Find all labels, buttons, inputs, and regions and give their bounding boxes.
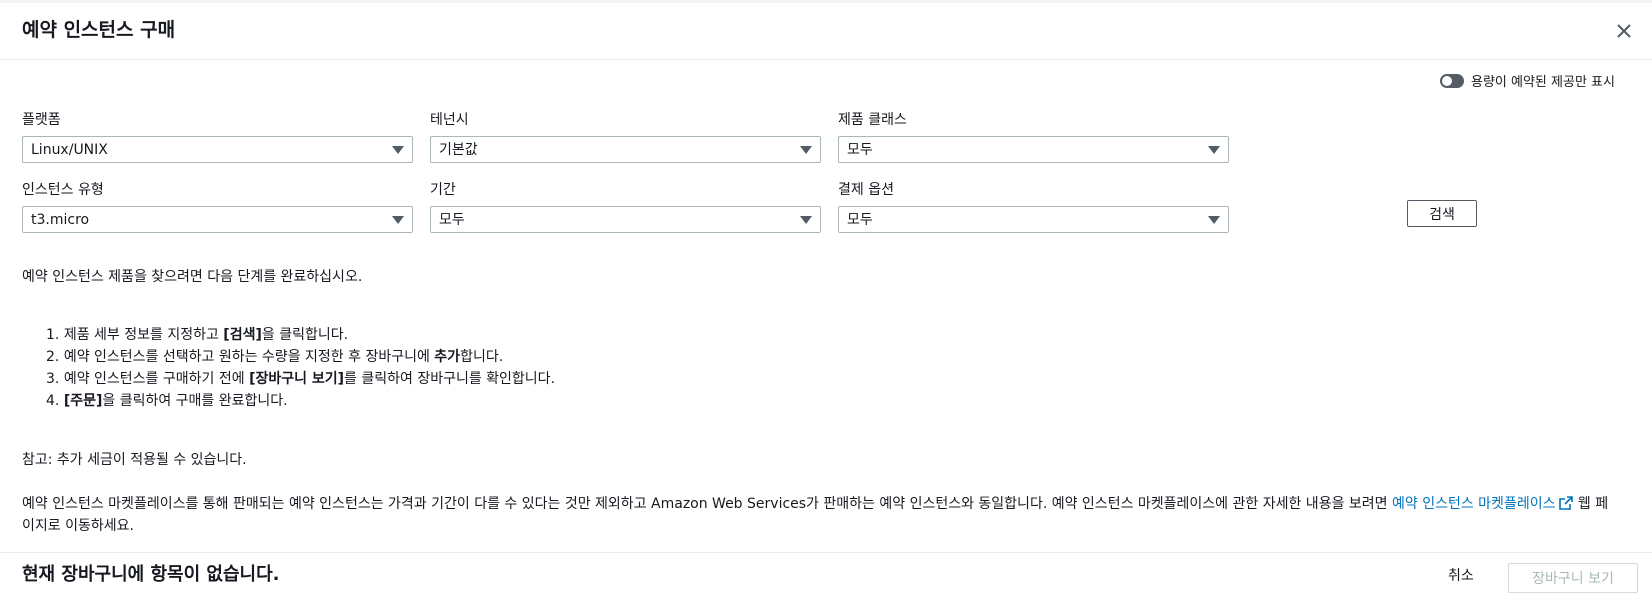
modal-footer: 현재 장바구니에 항목이 없습니다. 취소 장바구니 보기 (0, 552, 1652, 593)
marketplace-link[interactable]: 예약 인스턴스 마켓플레이스 (1392, 496, 1574, 512)
instructions-intro: 예약 인스턴스 제품을 찾으려면 다음 단계를 완료하십시오. (22, 269, 363, 285)
caret-down-icon (800, 216, 812, 224)
step-item: 2. 예약 인스턴스를 선택하고 원하는 수량을 지정한 후 장바구니에 추가합… (46, 349, 504, 365)
tenancy-label: 테넌시 (430, 112, 469, 128)
purchase-ri-modal: 예약 인스턴스 구매 용량이 예약된 제공만 표시 플랫폼 Linux/UNIX… (0, 0, 1652, 593)
platform-label: 플랫폼 (22, 112, 61, 128)
marketplace-paragraph: 예약 인스턴스 마켓플레이스를 통해 판매되는 예약 인스턴스는 가격과 기간이… (22, 493, 1612, 537)
view-cart-button[interactable]: 장바구니 보기 (1508, 563, 1638, 593)
term-label: 기간 (430, 182, 456, 198)
caret-down-icon (1208, 146, 1220, 154)
offering-class-value: 모두 (847, 142, 873, 158)
term-value: 모두 (439, 212, 465, 228)
capacity-toggle-wrap: 용량이 예약된 제공만 표시 (1440, 71, 1615, 90)
instance-type-label: 인스턴스 유형 (22, 182, 104, 198)
close-button[interactable] (1612, 19, 1636, 43)
caret-down-icon (392, 216, 404, 224)
platform-value: Linux/UNIX (31, 142, 108, 158)
payment-option-label: 결제 옵션 (838, 182, 894, 198)
offering-class-select[interactable]: 모두 (838, 136, 1229, 163)
search-button[interactable]: 검색 (1407, 200, 1477, 227)
step-item: 4. [주문]을 클릭하여 구매를 완료합니다. (46, 393, 288, 409)
tenancy-value: 기본값 (439, 142, 478, 158)
caret-down-icon (1208, 216, 1220, 224)
capacity-toggle[interactable] (1440, 73, 1464, 88)
cart-status: 현재 장바구니에 항목이 없습니다. (22, 564, 280, 585)
step-item: 1. 제품 세부 정보를 지정하고 [검색]을 클릭합니다. (46, 327, 349, 343)
close-icon (1617, 24, 1631, 38)
cancel-button[interactable]: 취소 (1448, 565, 1474, 585)
caret-down-icon (392, 146, 404, 154)
marketplace-text: 예약 인스턴스 마켓플레이스를 통해 판매되는 예약 인스턴스는 가격과 기간이… (22, 496, 1392, 512)
term-select[interactable]: 모두 (430, 206, 821, 233)
steps-list: 1. 제품 세부 정보를 지정하고 [검색]을 클릭합니다. 2. 예약 인스턴… (46, 324, 555, 412)
capacity-toggle-label: 용량이 예약된 제공만 표시 (1471, 75, 1615, 90)
payment-option-select[interactable]: 모두 (838, 206, 1229, 233)
caret-down-icon (800, 146, 812, 154)
instance-type-select[interactable]: t3.micro (22, 206, 413, 233)
modal-header: 예약 인스턴스 구매 (0, 3, 1652, 60)
platform-select[interactable]: Linux/UNIX (22, 136, 413, 163)
instance-type-value: t3.micro (31, 212, 90, 228)
modal-title: 예약 인스턴스 구매 (22, 19, 176, 41)
offering-class-label: 제품 클래스 (838, 112, 907, 128)
toggle-knob (1442, 75, 1452, 86)
external-link-icon (1559, 496, 1574, 510)
step-item: 3. 예약 인스턴스를 구매하기 전에 [장바구니 보기]를 클릭하여 장바구니… (46, 371, 556, 387)
tax-note: 참고: 추가 세금이 적용될 수 있습니다. (22, 452, 247, 468)
tenancy-select[interactable]: 기본값 (430, 136, 821, 163)
payment-option-value: 모두 (847, 212, 873, 228)
